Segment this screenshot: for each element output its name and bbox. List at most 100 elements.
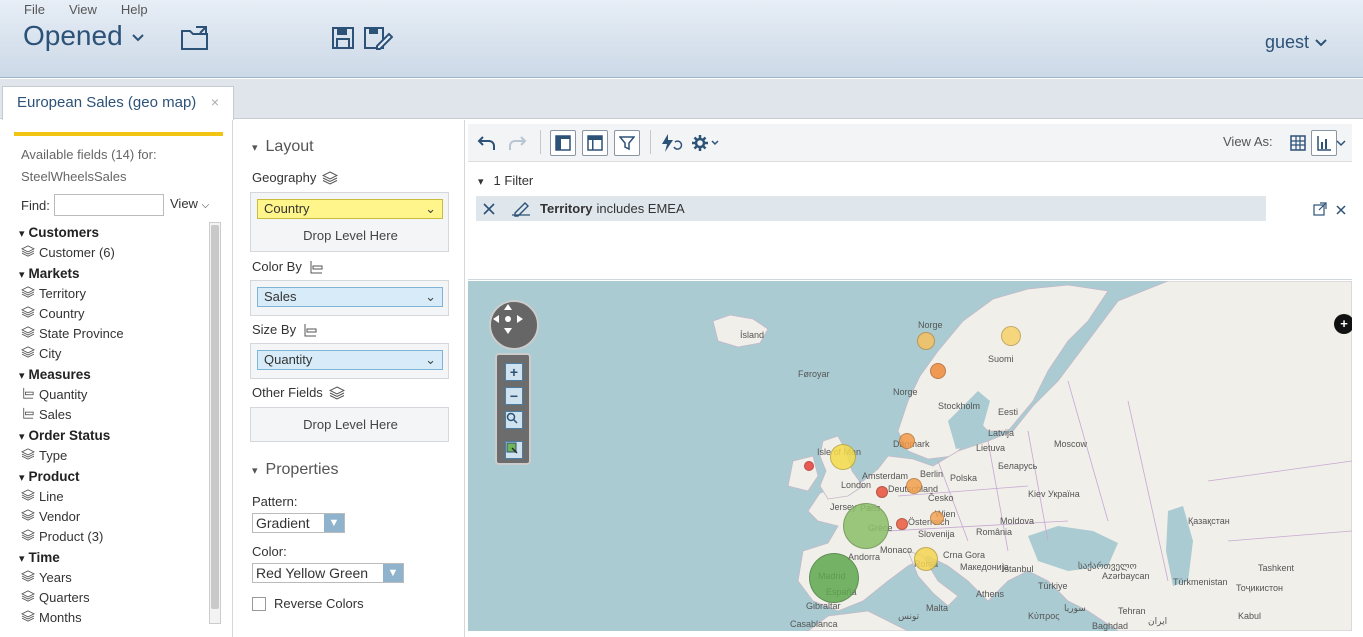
popout-icon[interactable]: [1313, 202, 1327, 216]
select-area-icon[interactable]: [505, 441, 523, 459]
size-by-label: Size By: [252, 322, 318, 337]
map-bubble[interactable]: [876, 486, 888, 498]
map-label: Crna Gora: [943, 550, 986, 560]
field-item[interactable]: Territory: [19, 284, 209, 304]
other-fields-drop-zone[interactable]: Drop Level Here: [250, 407, 449, 442]
field-item[interactable]: Sales: [19, 405, 209, 425]
map-bubble[interactable]: [930, 363, 946, 379]
geography-field-chip[interactable]: Country ⌄: [257, 199, 443, 219]
view-dropdown[interactable]: View ⌵: [170, 196, 209, 211]
map-label: Azərbaycan: [1102, 571, 1150, 581]
scrollbar-thumb[interactable]: [211, 225, 219, 609]
map-bubble[interactable]: [930, 511, 944, 525]
map-label: Κύπρος: [1028, 611, 1060, 621]
field-item[interactable]: Months: [19, 608, 209, 624]
filter-condition: includes EMEA: [596, 201, 685, 216]
layout-section-title[interactable]: Layout: [252, 138, 314, 156]
geo-map[interactable]: Ísland Føroyar Norge Norge Suomi Stockholm Ees…: [468, 281, 1352, 631]
tab-european-sales[interactable]: European Sales (geo map) ×: [2, 86, 234, 120]
menu-view[interactable]: View: [69, 2, 97, 17]
chevron-down-icon[interactable]: [1334, 130, 1348, 156]
filter-icon[interactable]: [614, 130, 640, 156]
panel-divider[interactable]: [464, 120, 465, 637]
edit-filter-icon[interactable]: [510, 201, 532, 217]
zoom-in-button[interactable]: +: [505, 363, 523, 381]
layout-panel-toggle-icon[interactable]: [550, 130, 576, 156]
menu-file[interactable]: File: [24, 2, 45, 17]
map-bubble[interactable]: [830, 444, 856, 470]
map-label: Ísland: [740, 330, 765, 340]
properties-section-title[interactable]: Properties: [252, 461, 339, 479]
pattern-select[interactable]: Gradient ▼: [252, 513, 345, 533]
field-item[interactable]: Product (3): [19, 527, 209, 547]
zoom-box-icon[interactable]: [505, 411, 523, 429]
field-group-header[interactable]: Product: [19, 466, 209, 487]
menu-help[interactable]: Help: [121, 2, 148, 17]
map-bubble[interactable]: [896, 518, 908, 530]
map-bubble[interactable]: [906, 478, 922, 494]
field-group-header[interactable]: Measures: [19, 364, 209, 385]
reverse-colors-checkbox[interactable]: Reverse Colors: [252, 596, 364, 611]
field-item[interactable]: Vendor: [19, 507, 209, 527]
field-item[interactable]: Type: [19, 446, 209, 466]
close-icon[interactable]: ×: [211, 94, 219, 113]
map-bubble[interactable]: [899, 433, 915, 449]
field-group-header[interactable]: Order Status: [19, 425, 209, 446]
find-input[interactable]: [53, 194, 164, 216]
field-item-label: Quarters: [39, 590, 90, 605]
reverse-colors-label: Reverse Colors: [274, 596, 364, 611]
open-folder-icon[interactable]: [180, 24, 210, 52]
field-group-header[interactable]: Time: [19, 547, 209, 568]
remove-filter-icon[interactable]: [482, 202, 496, 216]
filter-count-toggle[interactable]: 1 Filter: [478, 173, 534, 188]
filter-row: Territory includes EMEA: [476, 196, 1266, 221]
auto-refresh-icon[interactable]: [658, 130, 684, 156]
close-icon[interactable]: [1335, 204, 1347, 216]
map-bubble[interactable]: [804, 461, 814, 471]
map-label: Monaco: [880, 545, 913, 555]
field-item[interactable]: City: [19, 344, 209, 364]
undo-icon[interactable]: [474, 130, 500, 156]
field-item[interactable]: State Province: [19, 324, 209, 344]
color-by-drop-zone[interactable]: Sales ⌄: [250, 280, 449, 316]
expand-panel-icon[interactable]: +: [1334, 314, 1352, 334]
user-menu[interactable]: guest: [1265, 32, 1327, 53]
panel-divider[interactable]: [232, 120, 233, 637]
save-icon[interactable]: [328, 24, 358, 52]
map-bubble[interactable]: [843, 503, 889, 549]
geography-label: Geography: [252, 170, 339, 185]
field-item[interactable]: Customer (6): [19, 243, 209, 263]
field-item[interactable]: Quarters: [19, 588, 209, 608]
map-bubble[interactable]: [1001, 326, 1021, 346]
chevron-down-icon: ⌄: [425, 289, 436, 304]
map-bubble[interactable]: [809, 553, 859, 603]
pan-control[interactable]: [489, 300, 539, 350]
table-layout-icon[interactable]: [582, 130, 608, 156]
field-item[interactable]: Years: [19, 568, 209, 588]
table-view-icon[interactable]: [1285, 130, 1311, 156]
layers-icon: [21, 304, 35, 324]
settings-gear-icon[interactable]: [690, 130, 720, 156]
field-item[interactable]: Quantity: [19, 385, 209, 405]
save-as-icon[interactable]: [363, 24, 393, 52]
field-item[interactable]: Line: [19, 487, 209, 507]
field-group-header[interactable]: Markets: [19, 263, 209, 284]
other-fields-label-text: Other Fields: [252, 385, 323, 400]
geography-drop-zone[interactable]: Country ⌄ Drop Level Here: [250, 192, 449, 252]
field-tree-scrollbar[interactable]: [209, 222, 221, 624]
map-label: Беларусь: [998, 461, 1038, 471]
map-bubble[interactable]: [914, 547, 938, 571]
redo-icon[interactable]: [504, 130, 530, 156]
field-group-header[interactable]: Customers: [19, 222, 209, 243]
panel-accent-bar: [14, 132, 223, 136]
opened-dropdown[interactable]: Opened: [23, 20, 145, 52]
field-item[interactable]: Country: [19, 304, 209, 324]
size-by-drop-zone[interactable]: Quantity ⌄: [250, 343, 449, 379]
zoom-out-button[interactable]: −: [505, 387, 523, 405]
layers-icon: [21, 243, 35, 263]
checkbox-box[interactable]: [252, 596, 266, 611]
size-by-field-chip[interactable]: Quantity ⌄: [257, 350, 443, 370]
map-bubble[interactable]: [917, 332, 935, 350]
color-scheme-select[interactable]: Red Yellow Green ▼: [252, 563, 404, 583]
color-by-field-chip[interactable]: Sales ⌄: [257, 287, 443, 307]
